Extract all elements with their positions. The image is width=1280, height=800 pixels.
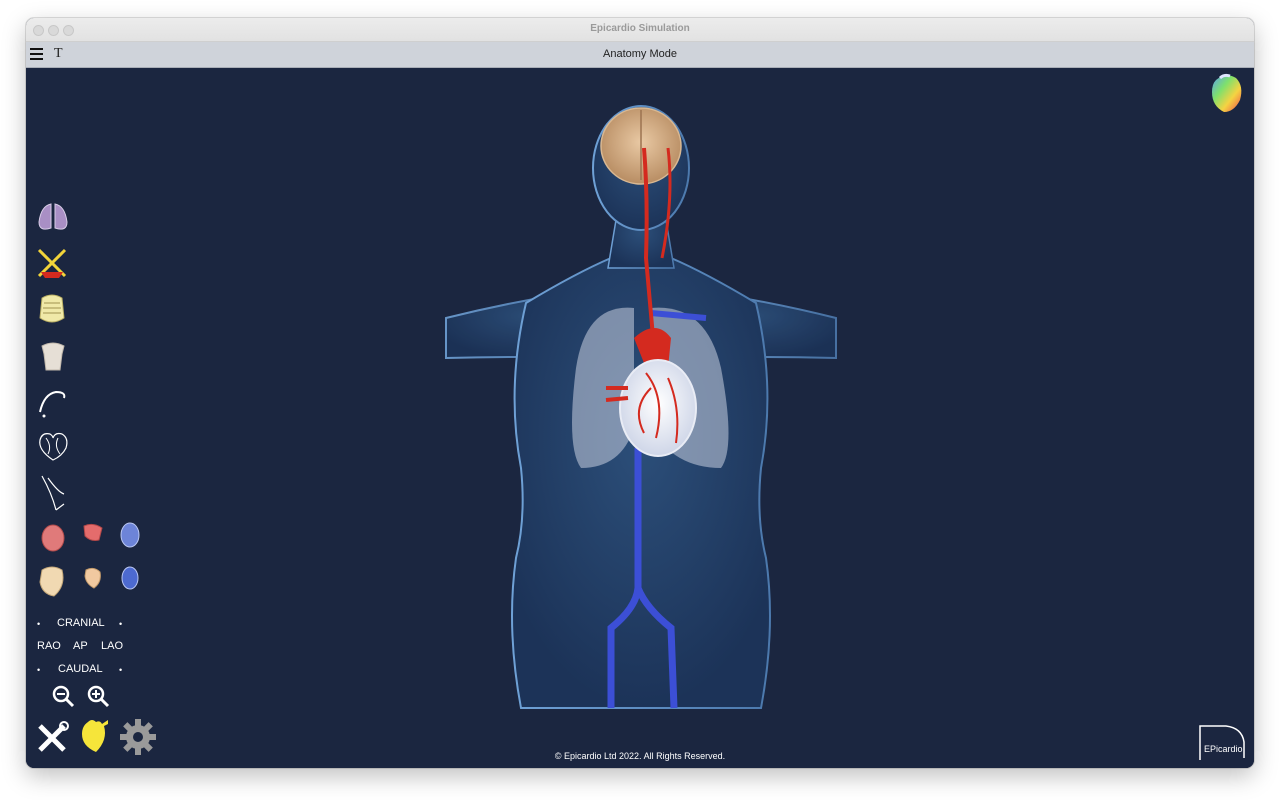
ap-view-button[interactable]: AP <box>73 640 88 652</box>
heart-yellow-icon[interactable] <box>78 716 112 756</box>
heart-blue-small-icon[interactable] <box>118 564 142 592</box>
heart-wireframe-icon[interactable] <box>36 428 70 464</box>
app-window: Epicardio Simulation T Anatomy Mode • CR… <box>26 18 1254 768</box>
cross-ribs-icon[interactable] <box>37 248 67 280</box>
heart-blue-icon[interactable] <box>118 520 142 550</box>
heart-small-bone-icon[interactable] <box>82 566 104 592</box>
window-titlebar: Epicardio Simulation <box>26 18 1254 42</box>
anatomy-body-model[interactable] <box>406 88 876 718</box>
anatomy-viewport[interactable]: • CRANIAL • RAO AP LAO • CAUDAL • EPicar… <box>26 68 1254 768</box>
heart-map-icon[interactable] <box>1208 72 1246 116</box>
heart-bone-icon[interactable] <box>36 564 68 600</box>
zoom-out-icon[interactable] <box>51 684 75 708</box>
torso-icon[interactable] <box>36 340 70 374</box>
nav-bullet: • <box>119 619 123 629</box>
vessel-wireframe-icon[interactable] <box>38 474 68 512</box>
cranial-view-button[interactable]: CRANIAL <box>57 617 105 629</box>
tools-icon[interactable] <box>36 720 70 754</box>
mode-label: Anatomy Mode <box>603 48 677 60</box>
heart-red-icon[interactable] <box>40 522 66 554</box>
ribcage-icon[interactable] <box>38 292 66 326</box>
lao-view-button[interactable]: LAO <box>101 640 123 652</box>
heart-section-icon[interactable] <box>81 520 105 544</box>
rao-view-button[interactable]: RAO <box>37 640 61 652</box>
copyright-footer: © Epicardio Ltd 2022. All Rights Reserve… <box>554 751 726 761</box>
nav-bullet: • <box>37 619 41 629</box>
caudal-view-button[interactable]: CAUDAL <box>58 663 103 675</box>
nav-bullet: • <box>119 665 123 675</box>
mode-toolbar: T Anatomy Mode <box>26 42 1254 68</box>
lungs-icon[interactable] <box>35 200 71 234</box>
nav-bullet: • <box>37 665 41 675</box>
catheter-icon[interactable] <box>36 384 68 418</box>
zoom-in-icon[interactable] <box>86 684 110 708</box>
window-title: Epicardio Simulation <box>590 23 690 34</box>
